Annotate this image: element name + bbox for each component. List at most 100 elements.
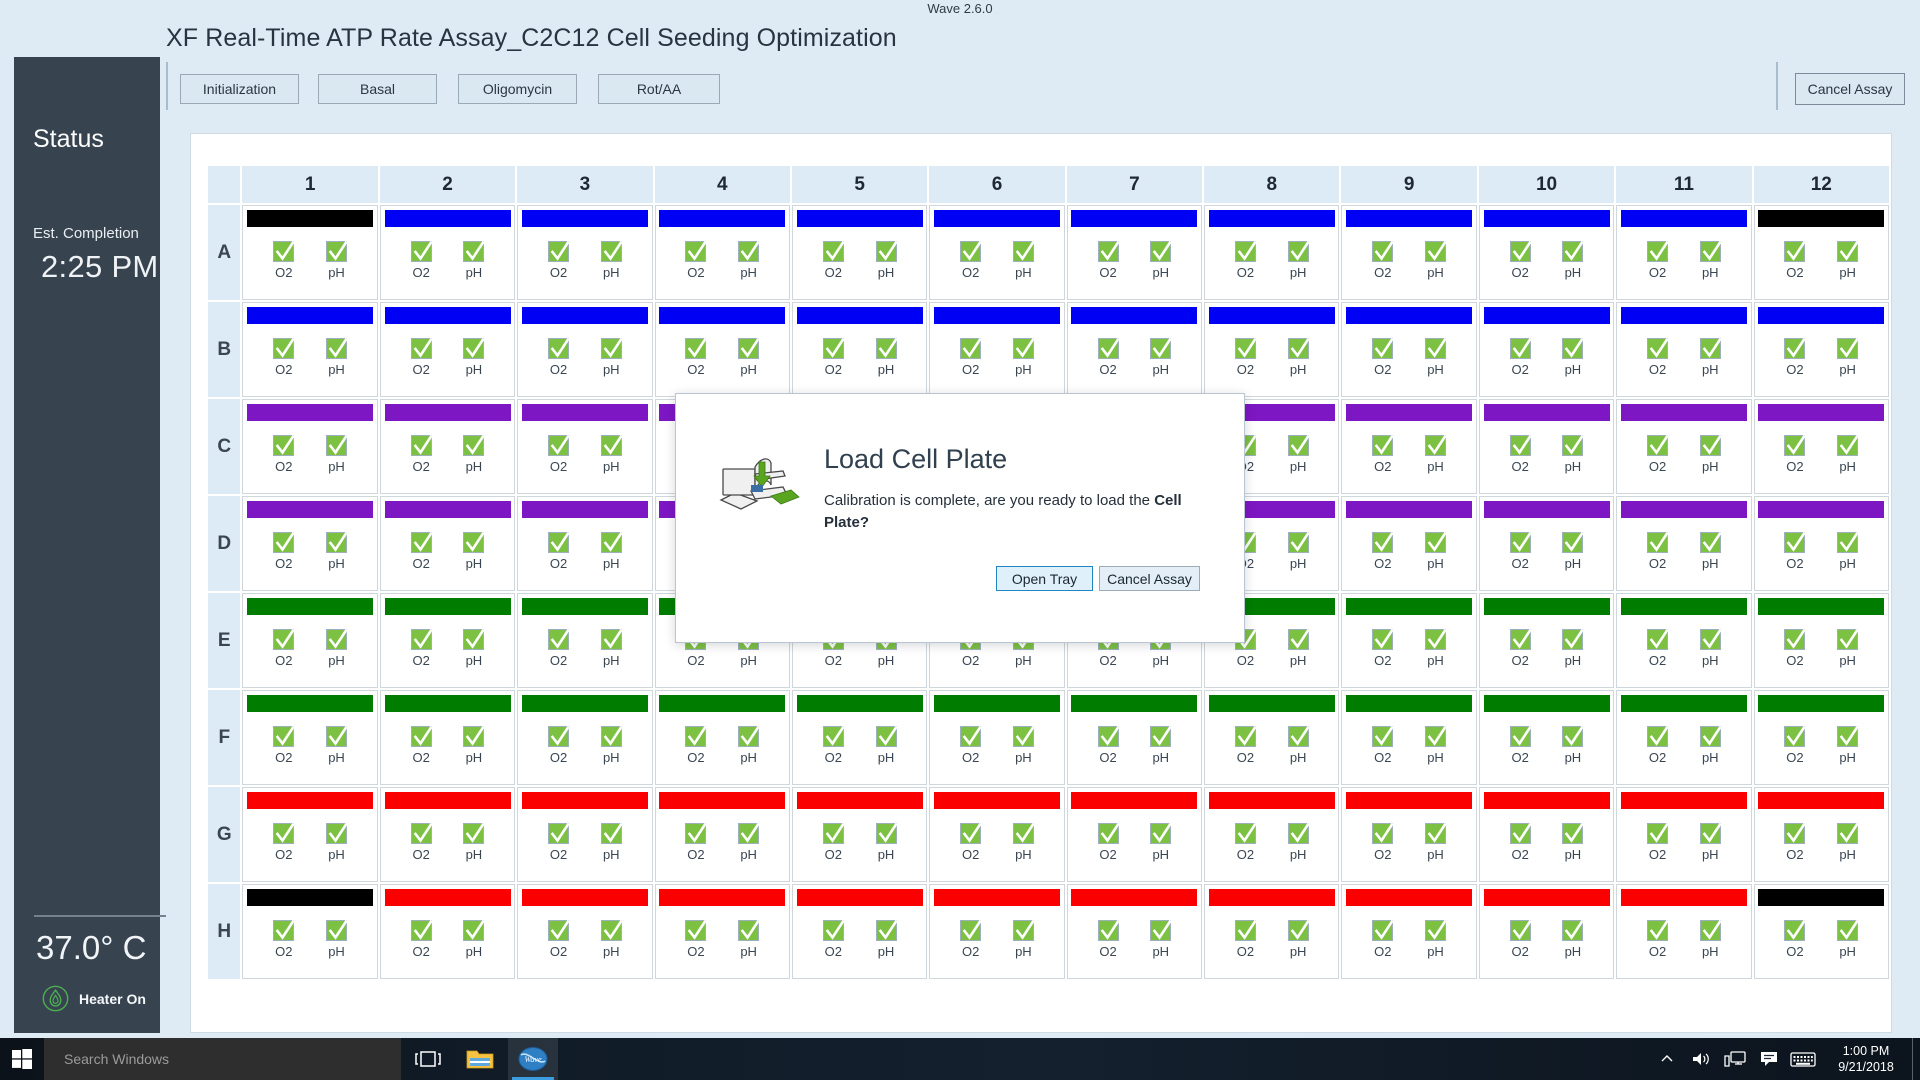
well-G12[interactable]: O2pH	[1754, 787, 1889, 882]
well-E9[interactable]: O2pH	[1341, 593, 1476, 688]
sensor-ph[interactable]: pH	[463, 920, 484, 959]
sensor-o2[interactable]: O2	[273, 532, 294, 571]
well-A3[interactable]: O2pH	[517, 205, 652, 300]
sensor-ph[interactable]: pH	[1837, 532, 1858, 571]
well-F5[interactable]: O2pH	[792, 690, 927, 785]
well-E3[interactable]: O2 pH	[517, 593, 652, 688]
sensor-o2[interactable]: O2	[1098, 823, 1119, 862]
well-B5[interactable]: O2pH	[792, 302, 927, 397]
well-D10[interactable]: O2pH	[1479, 496, 1614, 591]
sensor-ph[interactable]: pH	[738, 823, 759, 862]
well-C9[interactable]: O2pH	[1341, 399, 1476, 494]
sensor-o2[interactable]: O2	[1784, 920, 1805, 959]
well-D9[interactable]: O2pH	[1341, 496, 1476, 591]
sensor-ph[interactable]: pH	[1425, 435, 1446, 474]
sensor-o2[interactable]: O2	[273, 338, 294, 377]
sensor-o2[interactable]: O2	[1235, 823, 1256, 862]
sensor-ph[interactable]: pH	[1562, 532, 1583, 571]
sensor-o2[interactable]: O2	[1510, 920, 1531, 959]
well-E5[interactable]: O2pH	[792, 593, 927, 688]
well-C6[interactable]: O2pH	[929, 399, 1064, 494]
sensor-ph[interactable]: pH	[738, 338, 759, 377]
sensor-ph[interactable]: pH	[1013, 726, 1034, 765]
touch-keyboard-icon[interactable]	[1786, 1038, 1820, 1080]
sensor-o2[interactable]: O2	[411, 726, 432, 765]
sensor-ph[interactable]: pH	[1700, 435, 1721, 474]
file-explorer-icon[interactable]	[455, 1038, 505, 1080]
sensor-ph[interactable]: pH	[1150, 338, 1171, 377]
sensor-o2[interactable]: O2	[960, 532, 981, 571]
sensor-o2[interactable]: O2	[1098, 532, 1119, 571]
sensor-o2[interactable]: O2	[1647, 823, 1668, 862]
well-G2[interactable]: O2 pH	[380, 787, 515, 882]
well-G7[interactable]: O2pH	[1067, 787, 1202, 882]
sensor-o2[interactable]: O2	[273, 629, 294, 668]
sensor-o2[interactable]: O2	[1647, 629, 1668, 668]
sensor-ph[interactable]: pH	[601, 823, 622, 862]
sensor-ph[interactable]: pH	[1562, 823, 1583, 862]
sensor-ph[interactable]: pH	[326, 920, 347, 959]
sensor-ph[interactable]: pH	[463, 241, 484, 280]
sensor-o2[interactable]: O2	[411, 823, 432, 862]
sensor-ph[interactable]: pH	[1288, 435, 1309, 474]
sensor-ph[interactable]: pH	[738, 629, 759, 668]
well-C4[interactable]: O2pH	[655, 399, 790, 494]
sensor-o2[interactable]: O2	[1098, 920, 1119, 959]
sensor-o2[interactable]: O2	[273, 241, 294, 280]
sensor-ph[interactable]: pH	[876, 532, 897, 571]
task-view-icon[interactable]	[403, 1038, 453, 1080]
sensor-o2[interactable]: O2	[548, 920, 569, 959]
well-C3[interactable]: O2pH	[517, 399, 652, 494]
well-A11[interactable]: O2pH	[1616, 205, 1751, 300]
sensor-ph[interactable]: pH	[326, 338, 347, 377]
well-A7[interactable]: O2pH	[1067, 205, 1202, 300]
sensor-ph[interactable]: pH	[1700, 338, 1721, 377]
well-D8[interactable]: O2pH	[1204, 496, 1339, 591]
sensor-o2[interactable]: O2	[960, 920, 981, 959]
sensor-ph[interactable]: pH	[1837, 338, 1858, 377]
well-H5[interactable]: O2pH	[792, 884, 927, 979]
sensor-o2[interactable]: O2	[548, 338, 569, 377]
sensor-o2[interactable]: O2	[411, 435, 432, 474]
well-F6[interactable]: O2pH	[929, 690, 1064, 785]
taskbar-clock[interactable]: 1:00 PM 9/21/2018	[1820, 1038, 1912, 1080]
sensor-o2[interactable]: O2	[1372, 823, 1393, 862]
sensor-o2[interactable]: O2	[1784, 532, 1805, 571]
sensor-o2[interactable]: O2	[1510, 338, 1531, 377]
sensor-o2[interactable]: O2	[1647, 435, 1668, 474]
sensor-ph[interactable]: pH	[463, 823, 484, 862]
sensor-o2[interactable]: O2	[1372, 629, 1393, 668]
sensor-ph[interactable]: pH	[1700, 726, 1721, 765]
sensor-o2[interactable]: O2	[548, 532, 569, 571]
sensor-ph[interactable]: pH	[1562, 338, 1583, 377]
sensor-o2[interactable]: O2	[685, 823, 706, 862]
sensor-ph[interactable]: pH	[601, 920, 622, 959]
well-G11[interactable]: O2pH	[1616, 787, 1751, 882]
sensor-o2[interactable]: O2	[1235, 629, 1256, 668]
well-H1[interactable]: O2pH	[242, 884, 377, 979]
well-A1[interactable]: O2pH	[242, 205, 377, 300]
cancel-assay-button[interactable]: Cancel Assay	[1795, 73, 1905, 105]
sensor-o2[interactable]: O2	[823, 532, 844, 571]
sensor-ph[interactable]: pH	[1013, 823, 1034, 862]
well-A2[interactable]: O2pH	[380, 205, 515, 300]
sensor-o2[interactable]: O2	[548, 629, 569, 668]
sensor-o2[interactable]: O2	[823, 241, 844, 280]
sensor-o2[interactable]: O2	[1784, 435, 1805, 474]
sensor-o2[interactable]: O2	[1098, 629, 1119, 668]
sensor-ph[interactable]: pH	[1425, 532, 1446, 571]
sensor-ph[interactable]: pH	[1013, 338, 1034, 377]
sensor-o2[interactable]: O2	[1098, 241, 1119, 280]
sensor-ph[interactable]: pH	[1288, 338, 1309, 377]
sensor-o2[interactable]: O2	[411, 338, 432, 377]
well-D12[interactable]: O2 pH	[1754, 496, 1889, 591]
sensor-o2[interactable]: O2	[685, 726, 706, 765]
sensor-ph[interactable]: pH	[876, 823, 897, 862]
sensor-ph[interactable]: pH	[876, 338, 897, 377]
sensor-o2[interactable]: O2	[685, 532, 706, 571]
wave-app-icon[interactable]: Wave	[508, 1038, 558, 1080]
stage-button-rot-aa[interactable]: Rot/AA	[598, 74, 720, 104]
sensor-ph[interactable]: pH	[876, 241, 897, 280]
sensor-ph[interactable]: pH	[601, 629, 622, 668]
well-E2[interactable]: O2pH	[380, 593, 515, 688]
